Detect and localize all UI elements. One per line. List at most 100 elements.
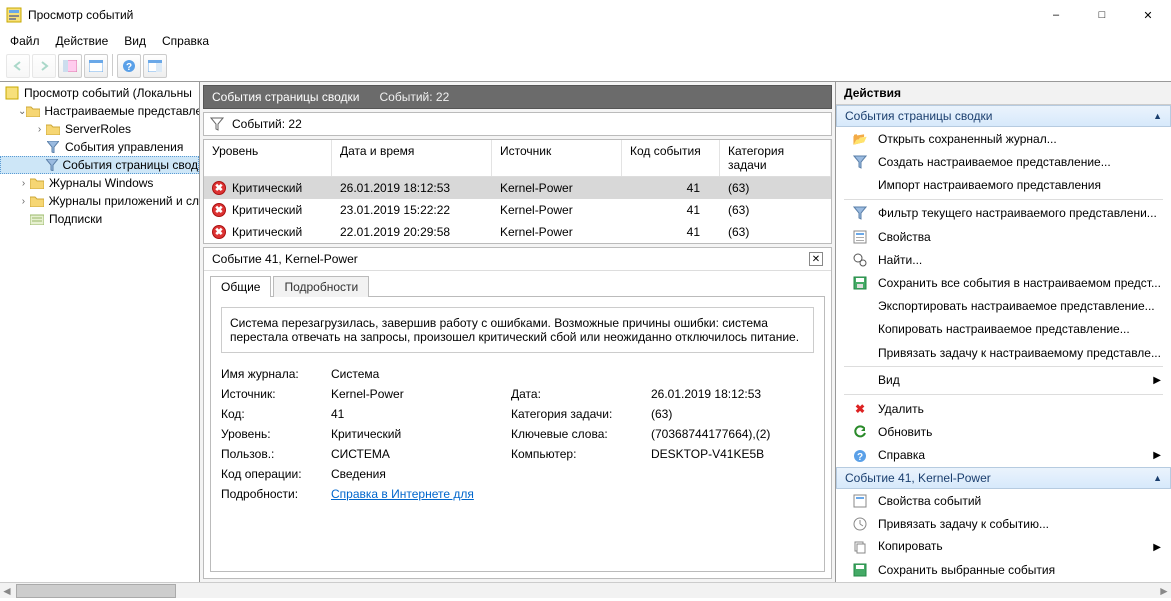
copy-icon <box>852 539 868 555</box>
svg-text:?: ? <box>857 452 863 463</box>
actions-pane: Действия События страницы сводки ▲ 📂Откр… <box>835 82 1171 582</box>
expand-icon[interactable]: › <box>34 124 45 135</box>
tab-general[interactable]: Общие <box>210 276 271 297</box>
actions-section-1[interactable]: События страницы сводки ▲ <box>836 105 1171 127</box>
horizontal-scrollbar[interactable]: ◄ ► <box>0 582 1171 598</box>
refresh-icon <box>852 424 868 440</box>
filter-count: Событий: 22 <box>232 117 302 131</box>
grid-row[interactable]: ✖Критический 23.01.2019 15:22:22 Kernel-… <box>204 199 831 221</box>
action-copy-view[interactable]: Копировать настраиваемое представление..… <box>836 318 1171 341</box>
close-button[interactable]: ✕ <box>1125 0 1171 30</box>
nav-tree[interactable]: Просмотр событий (Локальны ⌄ Настраиваем… <box>0 82 200 582</box>
menubar: Файл Действие Вид Справка <box>0 30 1171 52</box>
action-filter[interactable]: Фильтр текущего настраиваемого представл… <box>836 202 1171 225</box>
folder-icon <box>26 103 40 119</box>
properties-icon <box>852 493 868 509</box>
subscriptions-icon <box>29 211 45 227</box>
collapse-icon[interactable]: ▲ <box>1153 473 1162 483</box>
nav-forward-button[interactable] <box>32 54 56 78</box>
close-detail-button[interactable]: ✕ <box>809 252 823 266</box>
grid-header[interactable]: Уровень Дата и время Источник Код событи… <box>204 140 831 177</box>
menu-action[interactable]: Действие <box>56 34 109 48</box>
action-export[interactable]: Экспортировать настраиваемое представлен… <box>836 295 1171 318</box>
action-refresh[interactable]: Обновить <box>836 421 1171 444</box>
critical-icon: ✖ <box>212 181 226 195</box>
help-icon: ? <box>852 448 868 464</box>
filter-icon <box>45 157 59 173</box>
menu-view[interactable]: Вид <box>124 34 146 48</box>
content-count: Событий: 22 <box>379 90 449 104</box>
content-header: События страницы сводки Событий: 22 <box>203 85 832 109</box>
find-icon <box>852 252 868 268</box>
folder-icon <box>45 121 61 137</box>
action-properties[interactable]: Свойства <box>836 225 1171 248</box>
col-source[interactable]: Источник <box>492 140 622 176</box>
val-source: Kernel-Power <box>331 387 501 401</box>
val-computer: DESKTOP-V41KE5B <box>651 447 814 461</box>
folder-icon <box>29 193 45 209</box>
grid-row[interactable]: ✖Критический 22.01.2019 20:29:58 Kernel-… <box>204 221 831 243</box>
view-mode-button[interactable] <box>84 54 108 78</box>
chevron-right-icon: ▶ <box>1153 542 1161 553</box>
tree-windows-logs[interactable]: › Журналы Windows <box>0 174 199 192</box>
tree-server-roles[interactable]: › ServerRoles <box>0 120 199 138</box>
col-code[interactable]: Код события <box>622 140 720 176</box>
action-event-attach-task[interactable]: Привязать задачу к событию... <box>836 512 1171 535</box>
actions-pane-title: Действия <box>836 82 1171 105</box>
view2-button[interactable] <box>143 54 167 78</box>
expand-icon[interactable]: › <box>18 196 29 207</box>
detail-title: Событие 41, Kernel-Power <box>212 252 358 266</box>
val-user: СИСТЕМА <box>331 447 501 461</box>
action-delete[interactable]: ✖Удалить <box>836 397 1171 420</box>
toolbar: ? <box>0 52 1171 81</box>
col-category[interactable]: Категория задачи <box>720 140 831 176</box>
chevron-right-icon: ▶ <box>1153 375 1161 386</box>
grid-row[interactable]: ✖Критический 26.01.2019 18:12:53 Kernel-… <box>204 177 831 199</box>
folder-open-icon: 📂 <box>852 131 868 147</box>
tree-root[interactable]: Просмотр событий (Локальны <box>0 84 199 102</box>
save-icon <box>852 562 868 578</box>
col-date[interactable]: Дата и время <box>332 140 492 176</box>
nav-back-button[interactable] <box>6 54 30 78</box>
events-grid[interactable]: Уровень Дата и время Источник Код событи… <box>203 139 832 244</box>
val-keywords: (70368744177664),(2) <box>651 427 814 441</box>
tree-app-logs[interactable]: › Журналы приложений и сл <box>0 192 199 210</box>
tree-subscriptions[interactable]: Подписки <box>0 210 199 228</box>
show-tree-button[interactable] <box>58 54 82 78</box>
maximize-button[interactable]: □ <box>1079 0 1125 30</box>
menu-file[interactable]: Файл <box>10 34 40 48</box>
action-event-properties[interactable]: Свойства событий <box>836 489 1171 512</box>
menu-help[interactable]: Справка <box>162 34 209 48</box>
online-help-link[interactable]: Справка в Интернете для <box>331 487 501 501</box>
action-event-save-selected[interactable]: Сохранить выбранные события <box>836 559 1171 582</box>
action-event-copy[interactable]: Копировать▶ <box>836 536 1171 559</box>
collapse-icon[interactable]: ⌄ <box>18 106 26 117</box>
expand-icon[interactable]: › <box>18 178 29 189</box>
content-pane: События страницы сводки Событий: 22 Собы… <box>200 82 835 582</box>
col-level[interactable]: Уровень <box>204 140 332 176</box>
event-detail: Событие 41, Kernel-Power ✕ Общие Подробн… <box>203 247 832 579</box>
action-save-all[interactable]: Сохранить все события в настраиваемом пр… <box>836 271 1171 294</box>
filter-icon <box>45 139 61 155</box>
actions-section-2[interactable]: Событие 41, Kernel-Power ▲ <box>836 467 1171 489</box>
help-button[interactable]: ? <box>117 54 141 78</box>
val-code: 41 <box>331 407 501 421</box>
action-view-submenu[interactable]: Вид▶ <box>836 369 1171 392</box>
app-icon <box>4 85 20 101</box>
tree-admin-events[interactable]: События управления <box>0 138 199 156</box>
val-log: Система <box>331 367 501 381</box>
window-titlebar: Просмотр событий – □ ✕ <box>0 0 1171 30</box>
action-create-custom-view[interactable]: Создать настраиваемое представление... <box>836 150 1171 173</box>
action-open-saved-log[interactable]: 📂Открыть сохраненный журнал... <box>836 127 1171 150</box>
action-help-submenu[interactable]: ?Справка▶ <box>836 444 1171 467</box>
action-find[interactable]: Найти... <box>836 248 1171 271</box>
collapse-icon[interactable]: ▲ <box>1153 111 1162 121</box>
tree-custom-views[interactable]: ⌄ Настраиваемые представле <box>0 102 199 120</box>
tab-details[interactable]: Подробности <box>273 276 369 297</box>
action-import-custom-view[interactable]: Импорт настраиваемого представления <box>836 173 1171 196</box>
filter-icon <box>852 205 868 221</box>
minimize-button[interactable]: – <box>1033 0 1079 30</box>
action-attach-task[interactable]: Привязать задачу к настраиваемому предст… <box>836 341 1171 364</box>
tree-summary-events[interactable]: События страницы свод <box>0 156 199 174</box>
svg-text:?: ? <box>126 62 132 73</box>
